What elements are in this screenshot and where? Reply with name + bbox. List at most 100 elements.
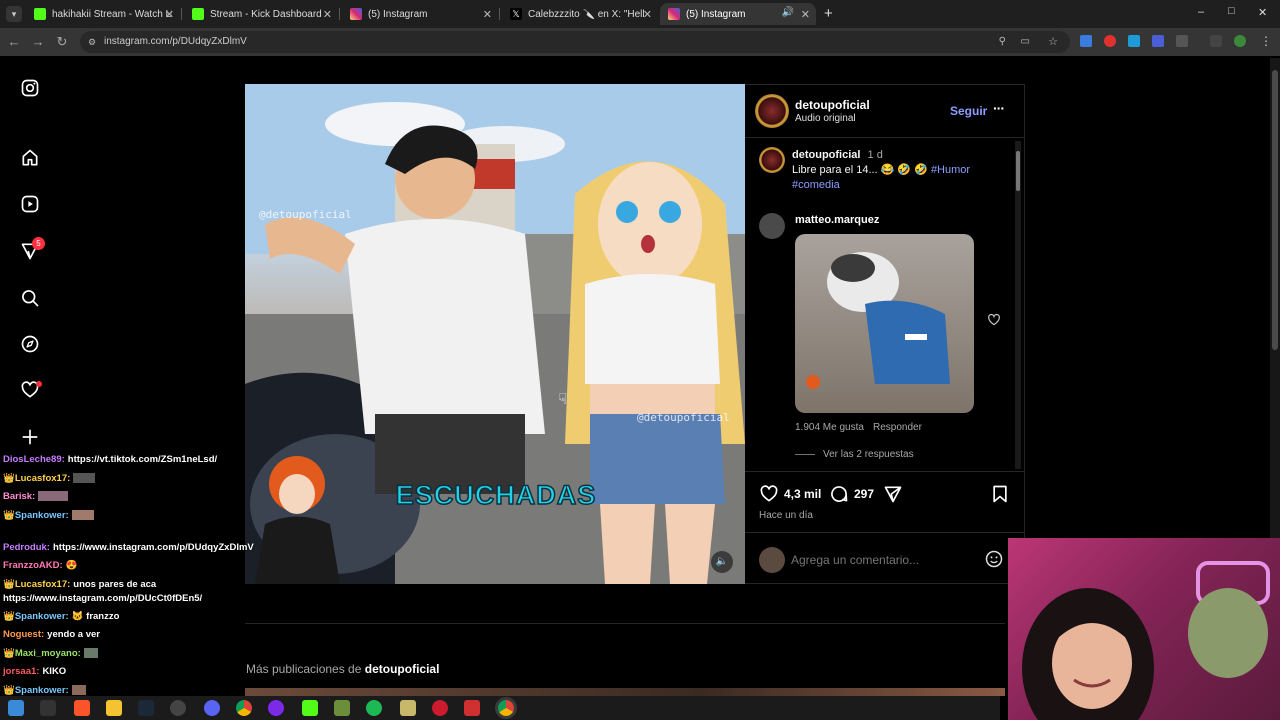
browser-toolbar: ← → ↻ ⚙ instagram.com/p/DUdqyZxDlmV ⚲ ▭ … [0,28,1280,56]
taskbar-app-icon[interactable] [40,700,56,716]
comment-sticker-image[interactable] [795,234,974,413]
mute-toggle-icon[interactable]: 🔈 [711,551,733,573]
minecraft-icon[interactable] [334,700,350,716]
puzzle-icon[interactable] [1176,35,1188,47]
tab-kick-dashboard[interactable]: Stream - Kick Dashboard ✕ [184,3,338,25]
new-tab-button[interactable]: + [824,5,833,22]
caption-time: 1 d [867,149,883,161]
follow-button[interactable]: Seguir [950,104,987,118]
extension-icon[interactable] [1152,35,1164,47]
chat-message: 👑Spankower: 🐱 franzzo [3,611,119,622]
chrome-icon[interactable] [236,700,252,716]
back-icon[interactable]: ← [6,34,22,49]
comment-username[interactable]: matteo.marquez [795,214,879,226]
chrome-active-icon[interactable] [498,700,514,716]
opera-icon[interactable] [432,700,448,716]
more-options-icon[interactable]: ··· [993,100,1005,116]
reels-icon[interactable] [18,192,42,216]
author-username[interactable]: detoupoficial [795,98,870,112]
browser-tab-bar: ▾ hakihakii Stream - Watch Live o ✕ Stre… [0,0,1280,28]
hashtag-link[interactable]: #comedia [792,179,840,191]
share-icon[interactable] [883,484,903,504]
taskbar-app-icon[interactable] [400,700,416,716]
chat-text: https://vt.tiktok.com/ZSm1neLsd/ [67,454,218,465]
caption-username[interactable]: detoupoficial [792,149,860,161]
chat-message: FranzzoAKD: 😍 [3,560,77,571]
extension-icon[interactable] [1080,35,1092,47]
comment-avatar[interactable] [759,213,785,239]
instagram-logo-icon[interactable] [18,76,42,100]
explore-icon[interactable] [18,332,42,356]
start-windows-icon[interactable] [8,700,24,716]
chat-message: Barisk: [3,491,69,502]
obs-icon[interactable] [170,700,186,716]
close-icon[interactable]: ✕ [323,8,332,21]
page-scrollbar-thumb[interactable] [1272,70,1278,350]
close-icon[interactable]: ✕ [643,8,652,21]
menu-icon[interactable]: ⋮ [1260,34,1272,48]
chat-text: 🐱 franzzo [71,611,120,622]
close-window-button[interactable]: ✕ [1258,6,1267,19]
extension-icon[interactable] [1104,35,1116,47]
chat-text: https://www.instagram.com/p/DUdqyZxDlmV [52,542,254,553]
tab-search-icon[interactable] [1210,35,1222,47]
scrollbar-thumb[interactable] [1016,151,1020,191]
canva-icon[interactable] [268,700,284,716]
tab-kick-stream[interactable]: hakihakii Stream - Watch Live o ✕ [26,3,180,25]
maximize-button[interactable]: □ [1228,5,1235,17]
create-plus-icon[interactable] [18,425,42,449]
close-icon[interactable]: ✕ [165,8,174,21]
address-bar[interactable]: ⚙ instagram.com/p/DUdqyZxDlmV ⚲ ▭ ☆ [80,31,1070,53]
install-app-icon[interactable]: ▭ [1021,31,1030,53]
view-replies-button[interactable]: Ver las 2 respuestas [823,449,914,460]
comment-reply-button[interactable]: Responder [873,422,922,433]
tab-list-dropdown-icon[interactable]: ▾ [6,6,22,22]
audio-subtitle[interactable]: Audio original [795,113,856,124]
speaker-icon[interactable]: 🔊 [782,7,794,18]
comment-like-count[interactable]: 1.904 Me gusta [795,422,864,433]
emoji-picker-icon[interactable] [984,549,1004,569]
site-info-icon[interactable]: ⚙ [88,31,96,53]
taskbar-app-icon[interactable] [464,700,480,716]
caption-avatar[interactable] [759,147,785,173]
comment-bubble-icon[interactable] [829,484,849,504]
close-icon[interactable]: ✕ [801,8,810,21]
add-comment-input[interactable] [791,549,981,571]
tab-x-post[interactable]: 𝕏 Calebzzzito 🔪 en X: "Hell nah ✕ [502,3,658,25]
comment-like-heart-icon[interactable] [987,313,1001,327]
post-media[interactable]: @detoupoficial @detoupoficial ESCUCHADAS… [245,84,745,584]
more-posts-grid-preview[interactable] [245,688,1005,696]
tab-instagram-1[interactable]: (5) Instagram ✕ [342,3,498,25]
author-avatar[interactable] [755,94,789,128]
more-posts-user[interactable]: detoupoficial [365,662,440,676]
emote-icon [83,648,98,659]
close-icon[interactable]: ✕ [483,8,492,21]
profile-avatar[interactable] [1234,35,1246,47]
file-explorer-icon[interactable] [106,700,122,716]
search-icon[interactable] [18,286,42,310]
chat-username: 👑Lucasfox17: [3,473,71,484]
post-time[interactable]: Hace un día [759,510,813,521]
hashtag-link[interactable]: #Humor [931,164,970,176]
kick-icon[interactable] [302,700,318,716]
steam-icon[interactable] [138,700,154,716]
comments-scrollbar[interactable] [1015,141,1021,469]
bookmark-star-icon[interactable]: ☆ [1048,31,1058,53]
extension-icon[interactable] [1128,35,1140,47]
likes-count[interactable]: 4,3 mil [784,487,821,501]
zoom-icon[interactable]: ⚲ [999,31,1006,53]
discord-icon[interactable] [204,700,220,716]
save-bookmark-icon[interactable] [990,484,1010,504]
home-icon[interactable] [18,146,42,170]
watermark-text: @detoupoficial [259,208,352,221]
reload-icon[interactable]: ↻ [54,34,70,50]
forward-icon[interactable]: → [30,34,46,49]
like-heart-icon[interactable] [759,484,779,504]
tab-instagram-active[interactable]: (5) Instagram 🔊 ✕ [660,3,816,25]
spotify-icon[interactable] [366,700,382,716]
url-text: instagram.com/p/DUdqyZxDlmV [104,36,247,47]
brave-browser-icon[interactable] [74,700,90,716]
watermark-text: @detoupoficial [637,411,730,424]
comments-count[interactable]: 297 [854,487,874,501]
minimize-button[interactable]: – [1198,6,1204,18]
